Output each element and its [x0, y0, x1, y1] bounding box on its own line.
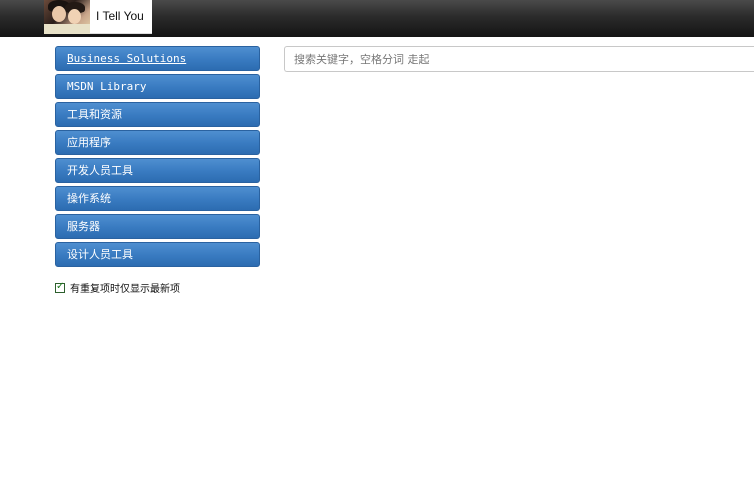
latest-only-option[interactable]: ✓ 有重复项时仅显示最新项 [55, 280, 180, 295]
sidebar-item-msdn-library[interactable]: MSDN Library [55, 74, 260, 99]
checkmark-icon: ✓ [56, 280, 65, 292]
search-box [284, 46, 754, 72]
top-header-bar: I Tell You [0, 0, 754, 37]
sidebar-item-business-solutions[interactable]: Business Solutions [55, 46, 260, 71]
site-logo[interactable]: I Tell You [44, 0, 152, 34]
sidebar-item-tools-and-resources[interactable]: 工具和资源 [55, 102, 260, 127]
logo-text: I Tell You [96, 9, 144, 23]
sidebar-item-designer-tools[interactable]: 设计人员工具 [55, 242, 260, 267]
sidebar-item-operating-systems[interactable]: 操作系统 [55, 186, 260, 211]
sidebar-item-developer-tools[interactable]: 开发人员工具 [55, 158, 260, 183]
latest-only-label[interactable]: 有重复项时仅显示最新项 [70, 280, 180, 295]
category-sidebar: Business Solutions MSDN Library 工具和资源 应用… [55, 46, 260, 270]
sidebar-item-servers[interactable]: 服务器 [55, 214, 260, 239]
latest-only-checkbox[interactable]: ✓ [55, 280, 65, 293]
sidebar-item-applications[interactable]: 应用程序 [55, 130, 260, 155]
logo-photo-icon [44, 0, 90, 34]
search-input[interactable] [285, 47, 754, 71]
